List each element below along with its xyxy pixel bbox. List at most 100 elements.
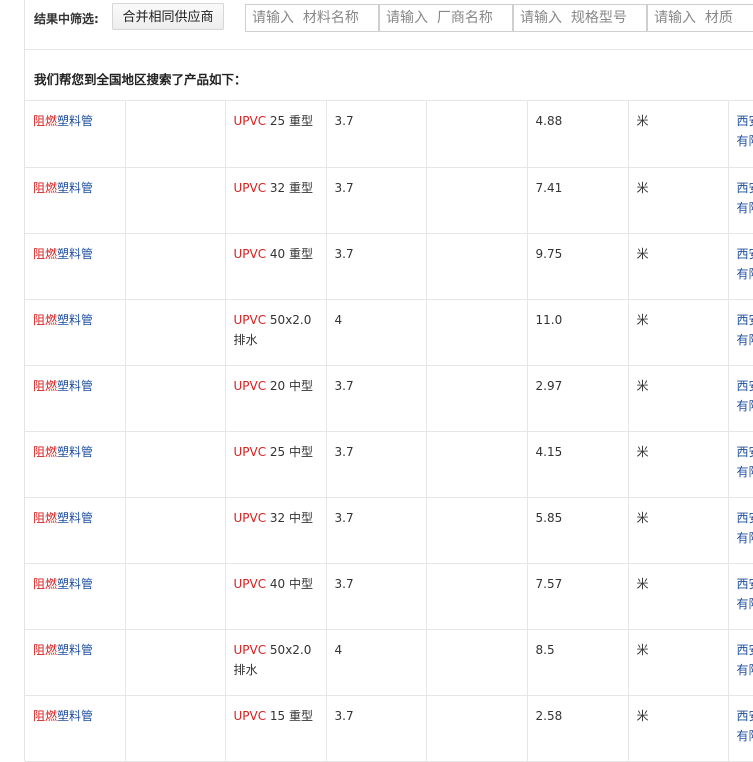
name-highlight[interactable]: 阻燃 (33, 511, 57, 525)
empty-cell (426, 167, 527, 233)
supplier-cell[interactable]: 西安有限 (728, 629, 753, 695)
spec-highlight: UPVC (234, 643, 267, 657)
material-name-cell[interactable]: 阻燃塑料管 (25, 629, 125, 695)
supplier-cell[interactable]: 西安有限 (728, 167, 753, 233)
spec-text: 32 重型 (266, 181, 313, 195)
name-highlight[interactable]: 阻燃 (33, 247, 57, 261)
supplier-link-line2[interactable]: 有限 (737, 131, 753, 151)
empty-cell (426, 563, 527, 629)
supplier-link-line1[interactable]: 西安 (737, 508, 753, 528)
supplier-link-line2[interactable]: 有限 (737, 726, 753, 746)
supplier-link-line2[interactable]: 有限 (737, 594, 753, 614)
supplier-link-line1[interactable]: 西安 (737, 178, 753, 198)
material-name-cell[interactable]: 阻燃塑料管 (25, 563, 125, 629)
name-rest[interactable]: 塑料管 (57, 114, 93, 128)
supplier-link-line1[interactable]: 西安 (737, 376, 753, 396)
unit-cell: 米 (628, 629, 728, 695)
supplier-link-line2[interactable]: 有限 (737, 528, 753, 548)
material-name-input[interactable] (245, 4, 379, 32)
manufacturer-name-input[interactable] (379, 4, 513, 32)
supplier-link-line2[interactable]: 有限 (737, 264, 753, 284)
name-rest[interactable]: 塑料管 (57, 379, 93, 393)
table-row: 阻燃塑料管 UPVC 25 中型 3.7 4.15 米 西安有限 (25, 431, 753, 497)
supplier-link-line1[interactable]: 西安 (737, 111, 753, 131)
supplier-link-line1[interactable]: 西安 (737, 574, 753, 594)
supplier-cell[interactable]: 西安有限 (728, 563, 753, 629)
name-highlight[interactable]: 阻燃 (33, 643, 57, 657)
supplier-cell[interactable]: 西安有限 (728, 101, 753, 167)
material-name-cell[interactable]: 阻燃塑料管 (25, 167, 125, 233)
spec-highlight: UPVC (234, 379, 267, 393)
empty-cell (426, 629, 527, 695)
tax-rate-cell: 4 (326, 629, 426, 695)
empty-cell (125, 431, 225, 497)
table-row: 阻燃塑料管 UPVC 25 重型 3.7 4.88 米 西安有限 (25, 101, 753, 167)
tax-rate-cell: 3.7 (326, 365, 426, 431)
price-cell: 2.58 (527, 695, 628, 761)
material-name-cell[interactable]: 阻燃塑料管 (25, 101, 125, 167)
material-name-cell[interactable]: 阻燃塑料管 (25, 497, 125, 563)
table-row: 阻燃塑料管 UPVC 32 中型 3.7 5.85 米 西安有限 (25, 497, 753, 563)
name-highlight[interactable]: 阻燃 (33, 577, 57, 591)
supplier-link-line1[interactable]: 西安 (737, 244, 753, 264)
supplier-link-line2[interactable]: 有限 (737, 198, 753, 218)
empty-cell (125, 101, 225, 167)
empty-cell (125, 695, 225, 761)
name-rest[interactable]: 塑料管 (57, 445, 93, 459)
supplier-link-line1[interactable]: 西安 (737, 706, 753, 726)
supplier-link-line2[interactable]: 有限 (737, 330, 753, 350)
spec-text: 25 中型 (266, 445, 313, 459)
spec-highlight: UPVC (234, 114, 267, 128)
supplier-link-line1[interactable]: 西安 (737, 640, 753, 660)
name-highlight[interactable]: 阻燃 (33, 445, 57, 459)
empty-cell (125, 563, 225, 629)
name-rest[interactable]: 塑料管 (57, 181, 93, 195)
results-table: 阻燃塑料管 UPVC 25 重型 3.7 4.88 米 西安有限 阻燃塑料管 U… (25, 101, 753, 762)
tax-rate-cell: 4 (326, 299, 426, 365)
material-input[interactable] (647, 4, 753, 32)
spec-cell: UPVC 50x2.0排水 (225, 299, 326, 365)
name-highlight[interactable]: 阻燃 (33, 181, 57, 195)
empty-cell (426, 233, 527, 299)
material-name-cell[interactable]: 阻燃塑料管 (25, 695, 125, 761)
supplier-link-line2[interactable]: 有限 (737, 660, 753, 680)
name-highlight[interactable]: 阻燃 (33, 709, 57, 723)
name-rest[interactable]: 塑料管 (57, 511, 93, 525)
results-heading-text: 我们帮您到全国地区搜索了产品如下： (34, 69, 247, 88)
material-name-cell[interactable]: 阻燃塑料管 (25, 299, 125, 365)
supplier-cell[interactable]: 西安有限 (728, 497, 753, 563)
name-highlight[interactable]: 阻燃 (33, 114, 57, 128)
supplier-cell[interactable]: 西安有限 (728, 695, 753, 761)
material-name-cell[interactable]: 阻燃塑料管 (25, 365, 125, 431)
name-rest[interactable]: 塑料管 (57, 577, 93, 591)
tax-rate-cell: 3.7 (326, 563, 426, 629)
name-highlight[interactable]: 阻燃 (33, 379, 57, 393)
price-cell: 8.5 (527, 629, 628, 695)
name-rest[interactable]: 塑料管 (57, 313, 93, 327)
name-rest[interactable]: 塑料管 (57, 709, 93, 723)
spec-text-line2: 排水 (234, 663, 258, 677)
unit-cell: 米 (628, 497, 728, 563)
supplier-link-line2[interactable]: 有限 (737, 396, 753, 416)
empty-cell (125, 497, 225, 563)
supplier-cell[interactable]: 西安有限 (728, 299, 753, 365)
empty-cell (125, 629, 225, 695)
supplier-cell[interactable]: 西安有限 (728, 431, 753, 497)
material-name-cell[interactable]: 阻燃塑料管 (25, 431, 125, 497)
material-name-cell[interactable]: 阻燃塑料管 (25, 233, 125, 299)
supplier-cell[interactable]: 西安有限 (728, 233, 753, 299)
price-cell: 5.85 (527, 497, 628, 563)
name-highlight[interactable]: 阻燃 (33, 313, 57, 327)
name-rest[interactable]: 塑料管 (57, 247, 93, 261)
spec-model-input[interactable] (513, 4, 647, 32)
name-rest[interactable]: 塑料管 (57, 643, 93, 657)
supplier-cell[interactable]: 西安有限 (728, 365, 753, 431)
supplier-link-line1[interactable]: 西安 (737, 310, 753, 330)
spec-text: 32 中型 (266, 511, 313, 525)
spec-highlight: UPVC (234, 709, 267, 723)
spec-highlight: UPVC (234, 577, 267, 591)
supplier-link-line2[interactable]: 有限 (737, 462, 753, 482)
unit-cell: 米 (628, 101, 728, 167)
supplier-link-line1[interactable]: 西安 (737, 442, 753, 462)
merge-same-supplier-button[interactable]: 合并相同供应商 (112, 3, 224, 30)
